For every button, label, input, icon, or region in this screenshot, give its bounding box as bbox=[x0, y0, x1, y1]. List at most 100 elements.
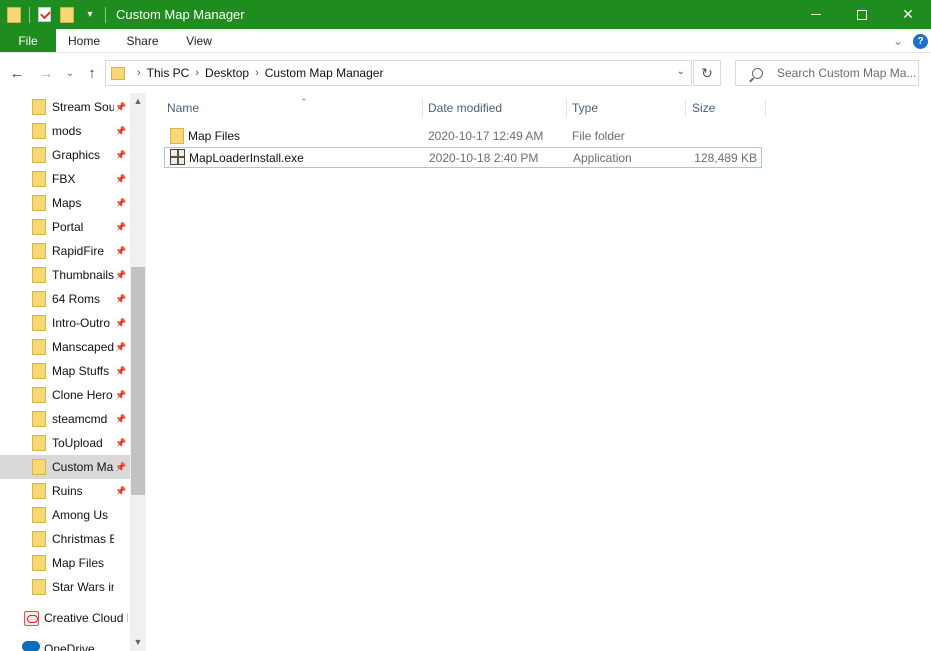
forward-button[interactable]: → bbox=[36, 63, 56, 83]
folder-icon bbox=[32, 435, 46, 451]
sidebar-item-label: Custom Ma bbox=[52, 460, 114, 474]
close-icon: ✕ bbox=[902, 6, 914, 22]
sidebar-item[interactable]: Ruins 📌 bbox=[0, 479, 130, 503]
file-size: 128,489 KB bbox=[694, 151, 757, 165]
sidebar-item[interactable]: Map Stuffs 📌 bbox=[0, 359, 130, 383]
sidebar-item[interactable]: Portal 📌 bbox=[0, 215, 130, 239]
pin-icon: 📌 bbox=[115, 269, 127, 280]
sidebar-item[interactable]: FBX 📌 bbox=[0, 167, 130, 191]
nav-scrollbar-thumb[interactable] bbox=[131, 267, 145, 495]
refresh-button[interactable]: ↻ bbox=[693, 60, 721, 86]
pin-icon: 📌 bbox=[115, 149, 127, 160]
folder-icon bbox=[32, 579, 46, 595]
file-name: Map Files bbox=[188, 129, 241, 143]
maximize-button[interactable] bbox=[839, 0, 885, 29]
sidebar-item[interactable]: Clone Hero 📌 bbox=[0, 383, 130, 407]
folder-icon bbox=[32, 483, 46, 499]
title-divider bbox=[105, 6, 106, 23]
tab-file[interactable]: File bbox=[0, 29, 56, 52]
window-controls: ✕ bbox=[793, 0, 931, 29]
maximize-icon bbox=[857, 9, 867, 20]
search-icon bbox=[752, 67, 763, 79]
breadcrumb-desktop[interactable]: Desktop bbox=[205, 66, 249, 80]
folder-icon[interactable] bbox=[6, 6, 22, 23]
sidebar-item-label: ToUpload bbox=[52, 436, 103, 450]
pin-icon: 📌 bbox=[115, 197, 127, 208]
nav-item-creative-cloud[interactable]: Creative Cloud F bbox=[44, 611, 128, 625]
pin-icon: 📌 bbox=[115, 485, 127, 496]
sidebar-item-label: Thumbnails bbox=[52, 268, 114, 282]
sidebar-item[interactable]: Map Files bbox=[0, 551, 130, 575]
sidebar-item[interactable]: Stream Sou 📌 bbox=[0, 95, 130, 119]
up-button[interactable]: ↑ bbox=[82, 63, 102, 83]
sidebar-item[interactable]: Thumbnails 📌 bbox=[0, 263, 130, 287]
tab-share[interactable]: Share bbox=[112, 29, 173, 52]
chevron-down-icon: ⌄ bbox=[65, 67, 75, 79]
arrow-up-icon: ↑ bbox=[88, 64, 96, 82]
title-bar: ▾ Custom Map Manager ✕ bbox=[0, 0, 931, 29]
sidebar-item-label: Star Wars in Ro bbox=[52, 580, 114, 594]
search-input[interactable] bbox=[777, 66, 917, 80]
sidebar-item[interactable]: Graphics 📌 bbox=[0, 143, 130, 167]
sidebar-item[interactable]: steamcmd 📌 bbox=[0, 407, 130, 431]
address-row: ← → ⌄ ↑ › This PC › Desktop › Custom Map… bbox=[0, 53, 931, 93]
sidebar-item[interactable]: Intro-Outro 📌 bbox=[0, 311, 130, 335]
table-row[interactable]: MapLoaderInstall.exe 2020-10-18 2:40 PM Ap… bbox=[164, 147, 762, 168]
search-box[interactable] bbox=[735, 60, 919, 86]
sidebar-item[interactable]: ToUpload 📌 bbox=[0, 431, 130, 455]
tab-view[interactable]: View bbox=[173, 29, 225, 52]
folder-icon bbox=[32, 291, 46, 307]
sidebar-item[interactable]: mods 📌 bbox=[0, 119, 130, 143]
breadcrumb-chevron-icon[interactable]: › bbox=[137, 67, 141, 79]
address-bar[interactable]: › This PC › Desktop › Custom Map Manager… bbox=[105, 60, 692, 86]
pin-icon: 📌 bbox=[115, 293, 127, 304]
recent-locations-button[interactable]: ⌄ bbox=[61, 63, 79, 83]
minimize-button[interactable] bbox=[793, 0, 839, 29]
breadcrumb-this-pc[interactable]: This PC bbox=[147, 66, 190, 80]
sidebar-item[interactable]: Among Us bbox=[0, 503, 130, 527]
sidebar-item-label: Clone Hero bbox=[52, 388, 113, 402]
folder-icon bbox=[111, 66, 125, 80]
column-header-name[interactable]: Name ⌃ bbox=[161, 97, 423, 117]
column-header-name-label: Name bbox=[167, 101, 200, 115]
scroll-down-arrow-icon[interactable]: ▼ bbox=[131, 634, 145, 650]
file-type: Application bbox=[573, 151, 632, 165]
pin-icon: 📌 bbox=[115, 389, 127, 400]
address-history-chevron-icon[interactable]: ⌄ bbox=[677, 66, 685, 77]
sidebar-item[interactable]: Christmas BTS bbox=[0, 527, 130, 551]
sidebar-item-label: Map Files bbox=[52, 556, 105, 570]
close-button[interactable]: ✕ bbox=[885, 0, 931, 29]
column-header-size[interactable]: Size bbox=[686, 99, 766, 117]
breadcrumb-chevron-icon[interactable]: › bbox=[195, 67, 199, 79]
breadcrumb-chevron-icon[interactable]: › bbox=[255, 67, 259, 79]
sidebar-item-label: Manscaped bbox=[52, 340, 114, 354]
help-icon[interactable]: ? bbox=[913, 33, 928, 49]
pin-icon: 📌 bbox=[115, 125, 127, 136]
sidebar-item[interactable]: Maps 📌 bbox=[0, 191, 130, 215]
table-row[interactable]: Map Files 2020-10-17 12:49 AM File folder bbox=[164, 126, 762, 147]
customize-toolbar-icon[interactable]: ▾ bbox=[82, 7, 98, 23]
folder-icon bbox=[32, 147, 46, 163]
sidebar-item[interactable]: 64 Roms 📌 bbox=[0, 287, 130, 311]
sidebar-item[interactable]: RapidFire 📌 bbox=[0, 239, 130, 263]
sidebar-item[interactable]: Star Wars in Ro bbox=[0, 575, 130, 599]
tab-home[interactable]: Home bbox=[56, 29, 112, 52]
folder-icon bbox=[32, 459, 46, 475]
back-button[interactable]: ← bbox=[7, 63, 27, 83]
scroll-up-arrow-icon[interactable]: ▲ bbox=[131, 93, 145, 109]
nav-item-onedrive[interactable]: OneDrive bbox=[44, 642, 95, 651]
new-folder-icon[interactable] bbox=[59, 6, 75, 23]
column-header-type[interactable]: Type bbox=[566, 99, 686, 117]
sidebar-item-label: Among Us bbox=[52, 508, 109, 522]
file-list: Name ⌃ Date modified Type Size Map Files… bbox=[146, 93, 931, 651]
folder-icon bbox=[32, 411, 46, 427]
sidebar-item[interactable]: Custom Ma 📌 bbox=[0, 455, 130, 479]
column-header-date[interactable]: Date modified bbox=[422, 99, 567, 117]
pin-icon: 📌 bbox=[115, 101, 127, 112]
sidebar-item[interactable]: Manscaped 📌 bbox=[0, 335, 130, 359]
properties-icon[interactable] bbox=[36, 7, 52, 23]
folder-icon bbox=[32, 507, 46, 523]
folder-icon bbox=[32, 171, 46, 187]
expand-ribbon-icon[interactable]: ⌄ bbox=[893, 34, 903, 48]
breadcrumb-current-folder[interactable]: Custom Map Manager bbox=[265, 66, 384, 80]
